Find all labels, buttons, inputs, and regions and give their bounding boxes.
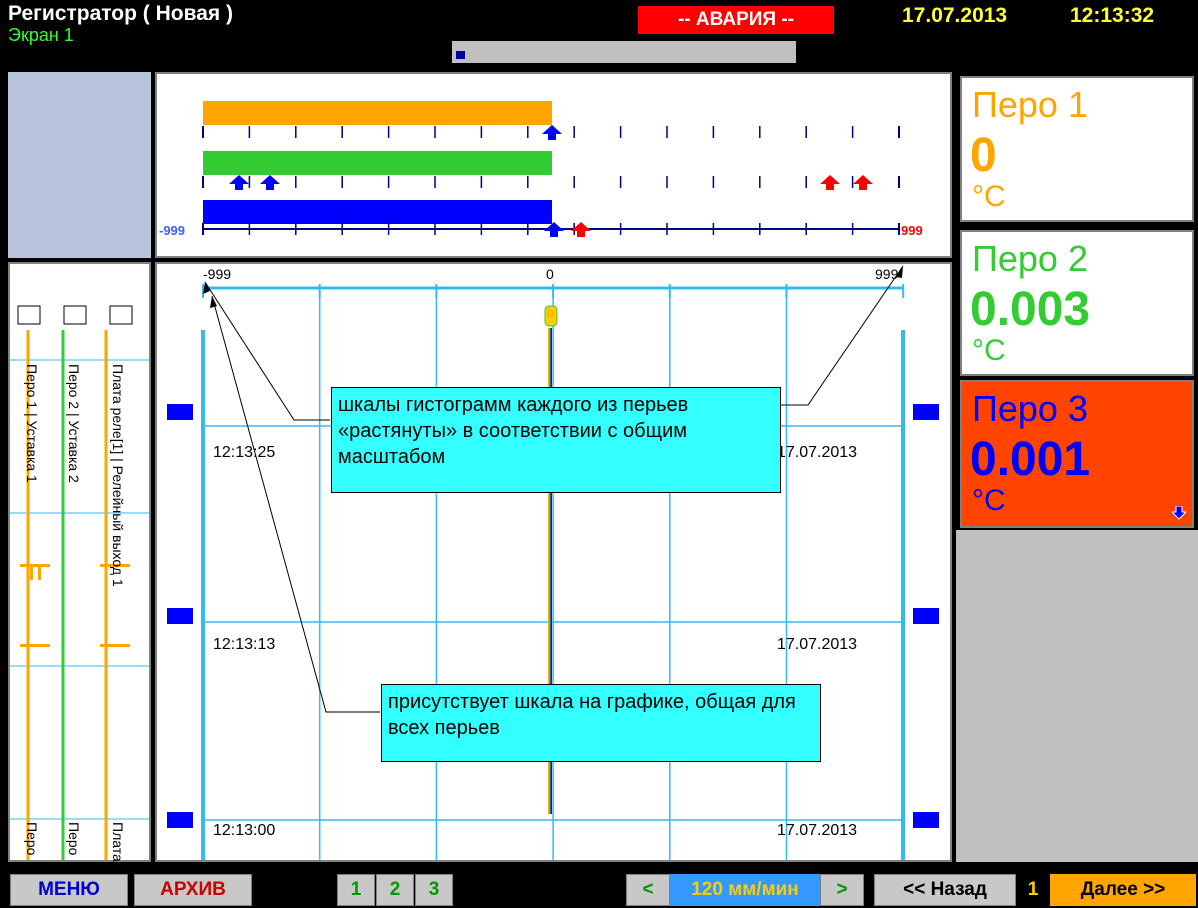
callout-common-scale: присутствует шкала на графике, общая для… [381,684,821,762]
pen2-value: 0.003 [970,283,1091,336]
histogram-bar-pen1 [203,101,552,125]
forward-button[interactable]: Далее >> [1050,874,1196,906]
histogram-panel: -999 999 [155,72,952,258]
histogram-bar-pen2 [203,151,552,175]
app-title: Регистратор ( Новая ) [8,2,234,25]
empty-pen-area [956,530,1198,862]
pen2-name: Перо 2 [972,238,1088,279]
pen1-unit: °C [972,180,1006,213]
chart-scale-min: -999 [203,266,232,282]
row-date-3: 17.07.2013 [777,822,858,839]
setpoint-arrow-icon [544,222,564,237]
row-date-1: 17.07.2013 [777,444,858,461]
trend-chart-svg [167,284,939,860]
chart-speed-display[interactable]: 120 мм/мин [670,874,820,906]
row-time-2: 12:13:13 [213,636,276,653]
pen-card-2[interactable]: Перо 2 0.003 °C [960,230,1194,376]
time-display: 12:13:32 [1070,4,1155,27]
chart-scale-max: 999 [875,266,899,282]
legend-svg [10,305,149,860]
pen3-name: Перо 3 [972,388,1088,429]
chart-scale-mid: 0 [546,266,554,282]
row-date-2: 17.07.2013 [777,636,858,653]
screen-name: Экран 1 [8,25,74,45]
page-number: 1 [1018,874,1048,906]
histogram-min-label: -999 [159,223,186,238]
row-time-1: 12:13:25 [213,444,276,461]
speed-increase-button[interactable]: > [820,874,864,906]
screen-3-button[interactable]: 3 [415,874,453,906]
screen-progress-indicator [456,51,465,59]
setpoint-arrow-icon [260,175,280,190]
menu-button[interactable]: МЕНЮ [10,874,128,906]
legend-label-pen2: Перо 2 | Уставка 2 [66,364,82,483]
pen1-value: 0 [970,129,997,182]
screen-1-button[interactable]: 1 [337,874,375,906]
legend-label-relay: Плата реле[1] | Релейный выход 1 [110,364,126,587]
legend-checkbox-3 [109,305,133,325]
legend-checkbox-1 [17,305,41,325]
legend-panel: Перо 1 | Уставка 1 Перо 2 | Уставка 2 Пл… [8,262,151,862]
back-button[interactable]: << Назад [874,874,1016,906]
screen-2-button[interactable]: 2 [376,874,414,906]
setpoint-arrow-icon [853,175,873,190]
row-time-3: 12:13:00 [213,822,276,839]
current-value-label: 0 [547,307,554,321]
pen2-unit: °C [972,334,1006,367]
legend-short-pen2: Перо [66,822,82,856]
empty-panel [8,72,151,258]
pen1-name: Перо 1 [972,84,1088,125]
alarm-badge[interactable]: -- АВАРИЯ -- [638,6,834,34]
histogram-max-label: 999 [901,223,923,238]
chart-scale-ticks [202,284,905,298]
pen3-unit: °C [972,484,1006,517]
speed-decrease-button[interactable]: < [626,874,670,906]
setpoint-arrow-icon [820,175,840,190]
histogram-svg [202,101,900,237]
callout-histogram-scales: шкалы гистограмм каждого из перьев «раст… [331,387,781,493]
archive-button[interactable]: АРХИВ [134,874,252,906]
legend-checkbox-2 [63,305,87,325]
legend-short-pen1: Перо [24,822,40,856]
arrow-down-icon [1172,506,1186,520]
setpoint-arrow-icon [542,125,562,140]
legend-label-pen1: Перо 1 | Уставка 1 [24,364,40,483]
chart-grid [203,294,903,860]
pen3-value: 0.001 [970,433,1091,486]
setpoint-arrow-icon [229,175,249,190]
pen-card-1[interactable]: Перо 1 0 °C [960,76,1194,222]
legend-short-relay: Плата [110,822,126,862]
histogram-bar-pen3 [203,200,552,224]
trend-chart-panel: -999 0 999 0 12:13:25 17.07.2013 12:13:1… [155,262,952,862]
date-display: 17.07.2013 [902,4,1008,27]
pen-card-3[interactable]: Перо 3 0.001 °C [960,380,1194,528]
screen-progress-bar [452,41,796,63]
